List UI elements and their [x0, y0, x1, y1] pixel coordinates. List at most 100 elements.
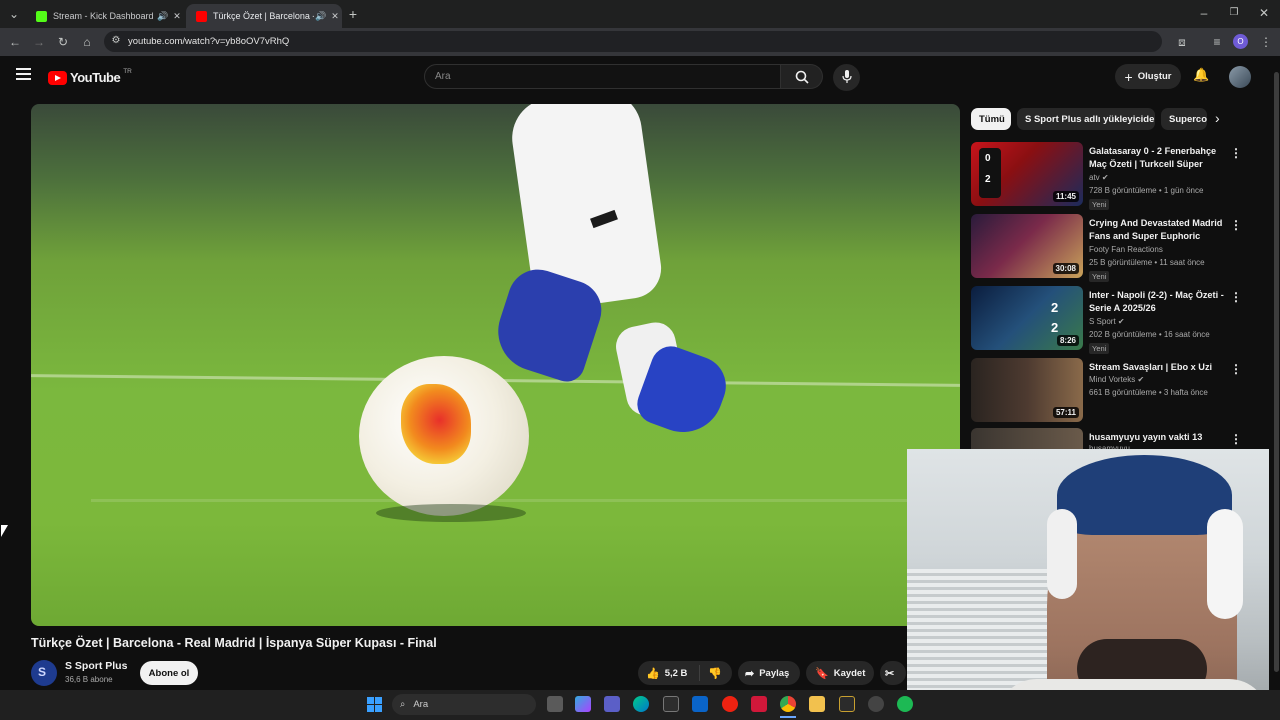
search-button[interactable]	[781, 64, 823, 89]
mouse-cursor-icon	[1, 525, 8, 537]
video-thumbnail[interactable]: 30:08	[971, 214, 1083, 278]
video-title[interactable]: Stream Savaşları | Ebo x Uzi	[1089, 361, 1227, 374]
close-tab-icon[interactable]: ✕	[328, 11, 342, 22]
recommendation-item[interactable]: 2 2 8:26 Inter - Napoli (2-2) - Maç Özet…	[971, 286, 1242, 354]
scrollbar-thumb[interactable]	[1274, 72, 1279, 672]
hamburger-menu-icon[interactable]	[16, 68, 31, 80]
speaker-icon[interactable]: 🔊	[314, 11, 328, 22]
profile-avatar-icon[interactable]: O	[1233, 34, 1248, 49]
video-meta: 25 B görüntüleme • 11 saat önce	[1089, 258, 1205, 267]
subscribe-button[interactable]: Abone ol	[140, 661, 198, 685]
video-thumbnail[interactable]	[971, 428, 1083, 450]
ball-shadow	[376, 504, 526, 522]
recommendation-item[interactable]: 30:08 Crying And Devastated Madrid Fans …	[971, 214, 1242, 282]
recommendation-item[interactable]: husamyuyu yayın vakti 13 husamyuyu ⋮	[971, 428, 1241, 450]
more-options-icon[interactable]: ⋮	[1230, 362, 1242, 376]
edge-icon[interactable]	[633, 696, 649, 712]
more-options-icon[interactable]: ⋮	[1230, 290, 1242, 304]
notifications-bell-icon[interactable]: 🔔	[1193, 67, 1209, 83]
account-avatar[interactable]	[1229, 66, 1251, 88]
site-info-icon[interactable]: ⚙	[108, 33, 124, 49]
app-icon[interactable]	[839, 696, 855, 712]
video-thumbnail[interactable]: 57:11	[971, 358, 1083, 422]
video-title[interactable]: Crying And Devastated Madrid Fans and Su…	[1089, 217, 1227, 243]
youtube-logo[interactable]: YouTube TR	[48, 68, 132, 85]
channel-name[interactable]: S Sport ✔	[1089, 317, 1125, 326]
chevron-right-icon[interactable]: ›	[1215, 110, 1220, 126]
tab-search-chevron-icon[interactable]: ⌄	[6, 6, 22, 22]
teams-icon[interactable]	[604, 696, 620, 712]
speaker-icon[interactable]: 🔊	[156, 11, 170, 22]
share-button[interactable]: ➦ Paylaş	[738, 661, 800, 685]
extensions-icon[interactable]: ⧈	[1174, 34, 1190, 50]
windows-start-icon[interactable]	[367, 697, 382, 712]
like-count: 5,2 B	[664, 667, 688, 679]
new-tab-icon[interactable]: +	[345, 6, 361, 22]
channel-name[interactable]: S Sport Plus	[65, 660, 127, 672]
more-options-icon[interactable]: ⋮	[1230, 432, 1241, 446]
verified-icon: ✔	[1117, 317, 1125, 326]
verified-icon: ✔	[1101, 173, 1109, 182]
minimize-icon[interactable]: –	[1196, 5, 1212, 21]
channel-name[interactable]: Footy Fan Reactions	[1089, 245, 1163, 254]
score-away: 2	[1051, 320, 1059, 335]
recommendation-item[interactable]: 0 2 11:45 Galatasaray 0 - 2 Fenerbahçe M…	[971, 142, 1242, 210]
chip-supercup[interactable]: Superco	[1161, 108, 1207, 130]
more-options-icon[interactable]: ⋮	[1230, 218, 1242, 232]
url-text[interactable]: youtube.com/watch?v=yb8oOV7vRhQ	[128, 36, 289, 47]
video-duration: 8:26	[1056, 335, 1079, 346]
person-cap	[1057, 455, 1232, 535]
window-close-icon[interactable]: ✕	[1256, 5, 1272, 21]
app-icon[interactable]	[868, 696, 884, 712]
like-button[interactable]: 👍 5,2 B	[638, 665, 700, 681]
search-input[interactable]: Ara	[424, 64, 781, 89]
recommendation-item[interactable]: 57:11 Stream Savaşları | Ebo x Uzi Mind …	[971, 358, 1242, 424]
voice-search-button[interactable]	[833, 64, 860, 91]
video-thumbnail[interactable]: 0 2 11:45	[971, 142, 1083, 206]
video-title[interactable]: husamyuyu yayın vakti 13	[1089, 431, 1227, 444]
reading-list-icon[interactable]: ≡	[1209, 34, 1225, 50]
reload-icon[interactable]: ↻	[55, 34, 71, 50]
ball-pattern	[401, 384, 471, 464]
back-icon[interactable]: ←	[7, 34, 23, 50]
video-meta: 661 B görüntüleme • 3 hafta önce	[1089, 388, 1208, 397]
chip-all[interactable]: Tümü	[971, 108, 1011, 130]
store-icon[interactable]	[663, 696, 679, 712]
share-label: Paylaş	[759, 667, 790, 679]
verified-icon: ✔	[1137, 375, 1145, 384]
browser-menu-icon[interactable]: ⋮	[1258, 34, 1274, 50]
restore-icon[interactable]: ❐	[1226, 5, 1242, 21]
video-title[interactable]: Inter - Napoli (2-2) - Maç Özeti - Serie…	[1089, 289, 1227, 315]
channel-name[interactable]: Mind Vorteks ✔	[1089, 375, 1144, 384]
channel-name[interactable]: atv ✔	[1089, 173, 1109, 182]
opera-icon[interactable]	[722, 696, 738, 712]
tab-youtube-video[interactable]: Türkçe Özet | Barcelona - Re 🔊 ✕	[186, 4, 342, 28]
clip-button[interactable]: ✂	[880, 661, 906, 685]
video-thumbnail[interactable]: 2 2 8:26	[971, 286, 1083, 350]
taskbar-search[interactable]: ⌕ Ara	[392, 694, 536, 715]
thumbs-down-icon: 👎	[708, 667, 722, 680]
home-icon[interactable]: ⌂	[79, 34, 95, 50]
chrome-icon[interactable]	[780, 696, 796, 712]
chip-from-uploader[interactable]: S Sport Plus adlı yükleyiciden	[1017, 108, 1155, 130]
thumbs-up-icon: 👍	[646, 667, 660, 680]
save-button[interactable]: 🔖 Kaydet	[806, 661, 874, 685]
video-title[interactable]: Galatasaray 0 - 2 Fenerbahçe Maç Özeti |…	[1089, 145, 1227, 171]
spotify-icon[interactable]	[897, 696, 913, 712]
plus-icon: +	[1124, 68, 1133, 85]
close-tab-icon[interactable]: ✕	[170, 11, 184, 22]
video-duration: 11:45	[1052, 191, 1079, 202]
file-explorer-icon[interactable]	[809, 696, 825, 712]
create-button[interactable]: + Oluştur	[1115, 64, 1181, 89]
forward-icon[interactable]: →	[31, 34, 47, 50]
dislike-button[interactable]: 👎	[700, 667, 722, 680]
more-options-icon[interactable]: ⋮	[1230, 146, 1242, 160]
copilot-icon[interactable]	[575, 696, 591, 712]
video-duration: 30:08	[1052, 263, 1079, 274]
video-player[interactable]	[31, 104, 960, 626]
outlook-icon[interactable]	[692, 696, 708, 712]
task-view-icon[interactable]	[547, 696, 563, 712]
tab-kick-dashboard[interactable]: Stream - Kick Dashboard 🔊 ✕	[26, 4, 184, 28]
webtoon-icon[interactable]	[751, 696, 767, 712]
channel-avatar[interactable]: S	[31, 660, 57, 686]
